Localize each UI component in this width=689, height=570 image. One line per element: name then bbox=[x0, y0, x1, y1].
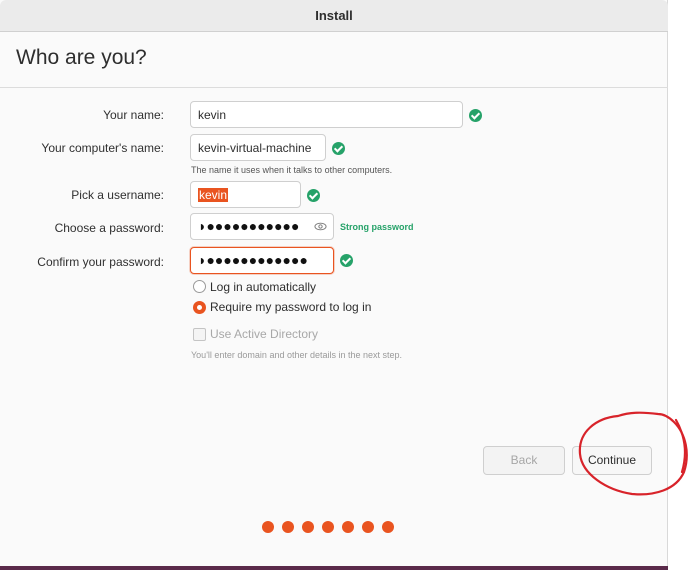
your-name-value: kevin bbox=[198, 108, 227, 122]
progress-dot bbox=[362, 521, 374, 533]
progress-dot bbox=[262, 521, 274, 533]
your-name-label: Your name: bbox=[103, 108, 164, 122]
active-directory-checkbox[interactable] bbox=[193, 328, 206, 341]
computer-name-value: kevin-virtual-machine bbox=[198, 141, 312, 155]
computer-name-input[interactable]: kevin-virtual-machine bbox=[190, 134, 326, 161]
progress-dot bbox=[282, 521, 294, 533]
your-name-input[interactable]: kevin bbox=[190, 101, 463, 128]
login-automatically-label[interactable]: Log in automatically bbox=[210, 280, 316, 294]
desktop-edge bbox=[0, 566, 668, 570]
progress-dot bbox=[302, 521, 314, 533]
require-password-radio[interactable] bbox=[193, 301, 206, 314]
progress-dot bbox=[322, 521, 334, 533]
title-bar: Install bbox=[0, 0, 668, 32]
password-strength-label: Strong password bbox=[340, 222, 414, 232]
active-directory-label[interactable]: Use Active Directory bbox=[210, 327, 318, 341]
progress-dot bbox=[382, 521, 394, 533]
require-password-label[interactable]: Require my password to log in bbox=[210, 300, 371, 314]
username-value: kevin bbox=[198, 188, 229, 202]
confirm-valid-check-icon bbox=[340, 254, 353, 267]
username-input[interactable]: kevin bbox=[190, 181, 301, 208]
password-input[interactable]: ◗●●●●●●●●●●● bbox=[190, 213, 334, 240]
confirm-password-masked-value: ◗●●●●●●●●●●●● bbox=[198, 252, 308, 268]
progress-indicator bbox=[262, 521, 407, 533]
computer-valid-check-icon bbox=[332, 142, 345, 155]
username-label: Pick a username: bbox=[71, 188, 164, 202]
confirm-password-input[interactable]: ◗●●●●●●●●●●●● bbox=[190, 247, 334, 274]
password-masked-value: ◗●●●●●●●●●●● bbox=[198, 218, 300, 234]
computer-name-label: Your computer's name: bbox=[41, 141, 164, 155]
page-title: Who are you? bbox=[16, 46, 147, 69]
back-button[interactable]: Back bbox=[483, 446, 565, 475]
header-divider bbox=[0, 87, 668, 88]
confirm-password-label: Confirm your password: bbox=[37, 255, 164, 269]
name-valid-check-icon bbox=[469, 109, 482, 122]
login-automatically-radio[interactable] bbox=[193, 280, 206, 293]
continue-button[interactable]: Continue bbox=[572, 446, 652, 475]
window-title: Install bbox=[315, 8, 353, 23]
computer-name-hint: The name it uses when it talks to other … bbox=[191, 165, 393, 175]
username-valid-check-icon bbox=[307, 189, 320, 202]
show-password-eye-icon[interactable] bbox=[314, 220, 327, 233]
progress-dot bbox=[342, 521, 354, 533]
password-label: Choose a password: bbox=[54, 221, 164, 235]
active-directory-hint: You'll enter domain and other details in… bbox=[191, 350, 403, 360]
installer-window: Install Who are you? Your name: kevin Yo… bbox=[0, 0, 668, 570]
